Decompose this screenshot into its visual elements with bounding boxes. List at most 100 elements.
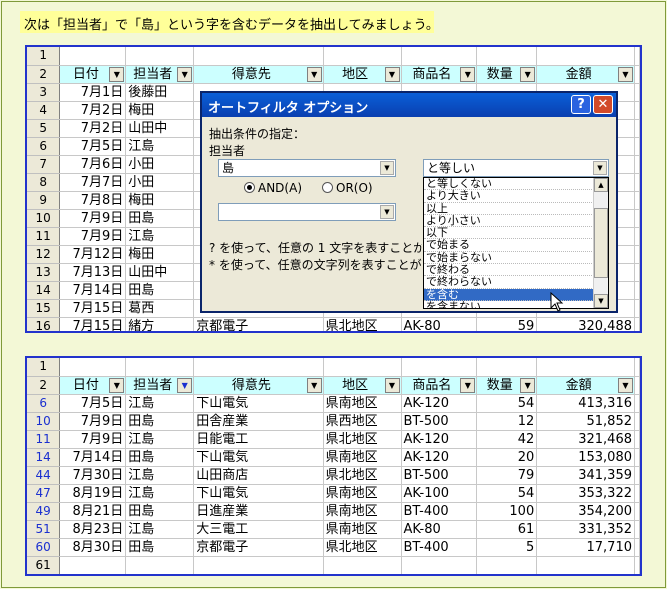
cell[interactable]: 田島 — [125, 281, 195, 300]
cell[interactable]: 7月9日 — [59, 227, 127, 246]
filter-dropdown-icon[interactable]: ▼ — [460, 66, 476, 82]
cell[interactable]: 5 — [476, 538, 538, 557]
help-button[interactable]: ? — [571, 95, 591, 114]
operator-option[interactable]: を含まない — [424, 300, 608, 308]
cell[interactable]: 7月30日 — [59, 466, 127, 485]
cell[interactable]: 8月21日 — [59, 502, 127, 521]
row-number[interactable]: 9 — [27, 191, 61, 210]
cell[interactable] — [476, 47, 538, 66]
cell[interactable] — [401, 47, 478, 66]
operator-option[interactable]: で始まる — [424, 239, 608, 252]
value1-combobox[interactable]: 島 ▼ — [218, 159, 396, 177]
row-number[interactable]: 3 — [27, 83, 61, 102]
filter-dropdown-icon[interactable]: ▼ — [177, 377, 193, 393]
cell[interactable] — [634, 466, 640, 485]
cell[interactable]: 7月12日 — [59, 245, 127, 264]
cell[interactable]: 江島 — [125, 484, 195, 503]
cell[interactable] — [634, 155, 640, 174]
cell[interactable]: 413,316 — [536, 394, 635, 413]
cell[interactable]: AK-120 — [401, 394, 478, 413]
cell[interactable]: 320,488 — [536, 317, 635, 331]
scroll-thumb[interactable] — [594, 208, 608, 278]
cell[interactable]: 321,468 — [536, 430, 635, 449]
cell[interactable] — [634, 263, 640, 282]
cell[interactable] — [634, 484, 640, 503]
scroll-down-icon[interactable]: ▼ — [594, 294, 608, 308]
row-number[interactable]: 1 — [27, 47, 61, 66]
cell[interactable] — [634, 227, 640, 246]
cell[interactable]: 7月9日 — [59, 430, 127, 449]
cell[interactable] — [59, 358, 127, 377]
filter-dropdown-icon[interactable]: ▼ — [177, 66, 193, 82]
cell[interactable]: 7月5日 — [59, 137, 127, 156]
filter-dropdown-icon[interactable]: ▼ — [618, 66, 633, 82]
or-radio[interactable]: OR(O) — [322, 181, 373, 195]
cell[interactable]: 51,852 — [536, 412, 635, 431]
filter-dropdown-icon[interactable]: ▼ — [384, 377, 400, 393]
cell[interactable]: 7月7日 — [59, 173, 127, 192]
cell[interactable]: 7月5日 — [59, 394, 127, 413]
cell[interactable]: 8月23日 — [59, 520, 127, 539]
cell[interactable]: 緒方 — [125, 317, 195, 331]
cell[interactable] — [634, 538, 640, 557]
filter-dropdown-icon[interactable]: ▼ — [306, 66, 322, 82]
cell[interactable] — [536, 556, 635, 574]
row-number[interactable]: 8 — [27, 173, 61, 192]
cell[interactable]: 7月15日 — [59, 317, 127, 331]
filter-dropdown-icon[interactable]: ▼ — [618, 377, 633, 393]
row-number[interactable]: 51 — [27, 520, 61, 539]
cell[interactable] — [634, 412, 640, 431]
cell[interactable]: 山田中 — [125, 119, 195, 138]
cell[interactable] — [536, 358, 635, 377]
row-number[interactable]: 2 — [27, 376, 61, 395]
cell[interactable] — [59, 47, 127, 66]
value2-combobox[interactable]: ▼ — [218, 203, 396, 221]
cell[interactable]: 7月6日 — [59, 155, 127, 174]
cell[interactable]: 54 — [476, 394, 538, 413]
cell[interactable] — [634, 394, 640, 413]
cell[interactable] — [401, 358, 478, 377]
cell[interactable]: 山田商店 — [193, 466, 324, 485]
row-number[interactable]: 14 — [27, 448, 61, 467]
cell[interactable]: 江島 — [125, 466, 195, 485]
cell[interactable]: 341,359 — [536, 466, 635, 485]
cell[interactable]: AK-80 — [401, 317, 478, 331]
cell[interactable]: 県北地区 — [323, 538, 402, 557]
cell[interactable] — [634, 317, 640, 331]
cell[interactable]: 田島 — [125, 412, 195, 431]
cell[interactable]: 8月30日 — [59, 538, 127, 557]
cell[interactable]: 県北地区 — [323, 317, 402, 331]
cell[interactable]: 日進産業 — [193, 502, 324, 521]
cell[interactable]: 7月9日 — [59, 412, 127, 431]
cell[interactable]: 7月1日 — [59, 83, 127, 102]
cell[interactable]: BT-500 — [401, 412, 478, 431]
cell[interactable] — [634, 101, 640, 120]
cell[interactable]: 県南地区 — [323, 394, 402, 413]
cell[interactable] — [125, 358, 195, 377]
cell[interactable]: 江島 — [125, 137, 195, 156]
cell[interactable] — [634, 119, 640, 138]
cell[interactable]: BT-400 — [401, 538, 478, 557]
cell[interactable]: 42 — [476, 430, 538, 449]
cell[interactable] — [193, 47, 324, 66]
row-number[interactable]: 14 — [27, 281, 61, 300]
row-number[interactable]: 2 — [27, 65, 61, 84]
cell[interactable] — [193, 358, 324, 377]
cell[interactable]: 354,200 — [536, 502, 635, 521]
cell[interactable]: 京都電子 — [193, 317, 324, 331]
cell[interactable] — [634, 191, 640, 210]
row-number[interactable]: 10 — [27, 412, 61, 431]
cell[interactable]: 県南地区 — [323, 448, 402, 467]
cell[interactable] — [634, 556, 640, 574]
cell[interactable] — [634, 448, 640, 467]
cell[interactable] — [401, 556, 478, 574]
row-number[interactable]: 11 — [27, 430, 61, 449]
cell[interactable]: 江島 — [125, 394, 195, 413]
cell[interactable]: 17,710 — [536, 538, 635, 557]
filter-dropdown-icon[interactable]: ▼ — [520, 377, 536, 393]
cell[interactable] — [634, 47, 640, 66]
cell[interactable] — [125, 556, 195, 574]
filter-dropdown-icon[interactable]: ▼ — [306, 377, 322, 393]
cell[interactable]: 7月2日 — [59, 101, 127, 120]
cell[interactable]: AK-100 — [401, 484, 478, 503]
